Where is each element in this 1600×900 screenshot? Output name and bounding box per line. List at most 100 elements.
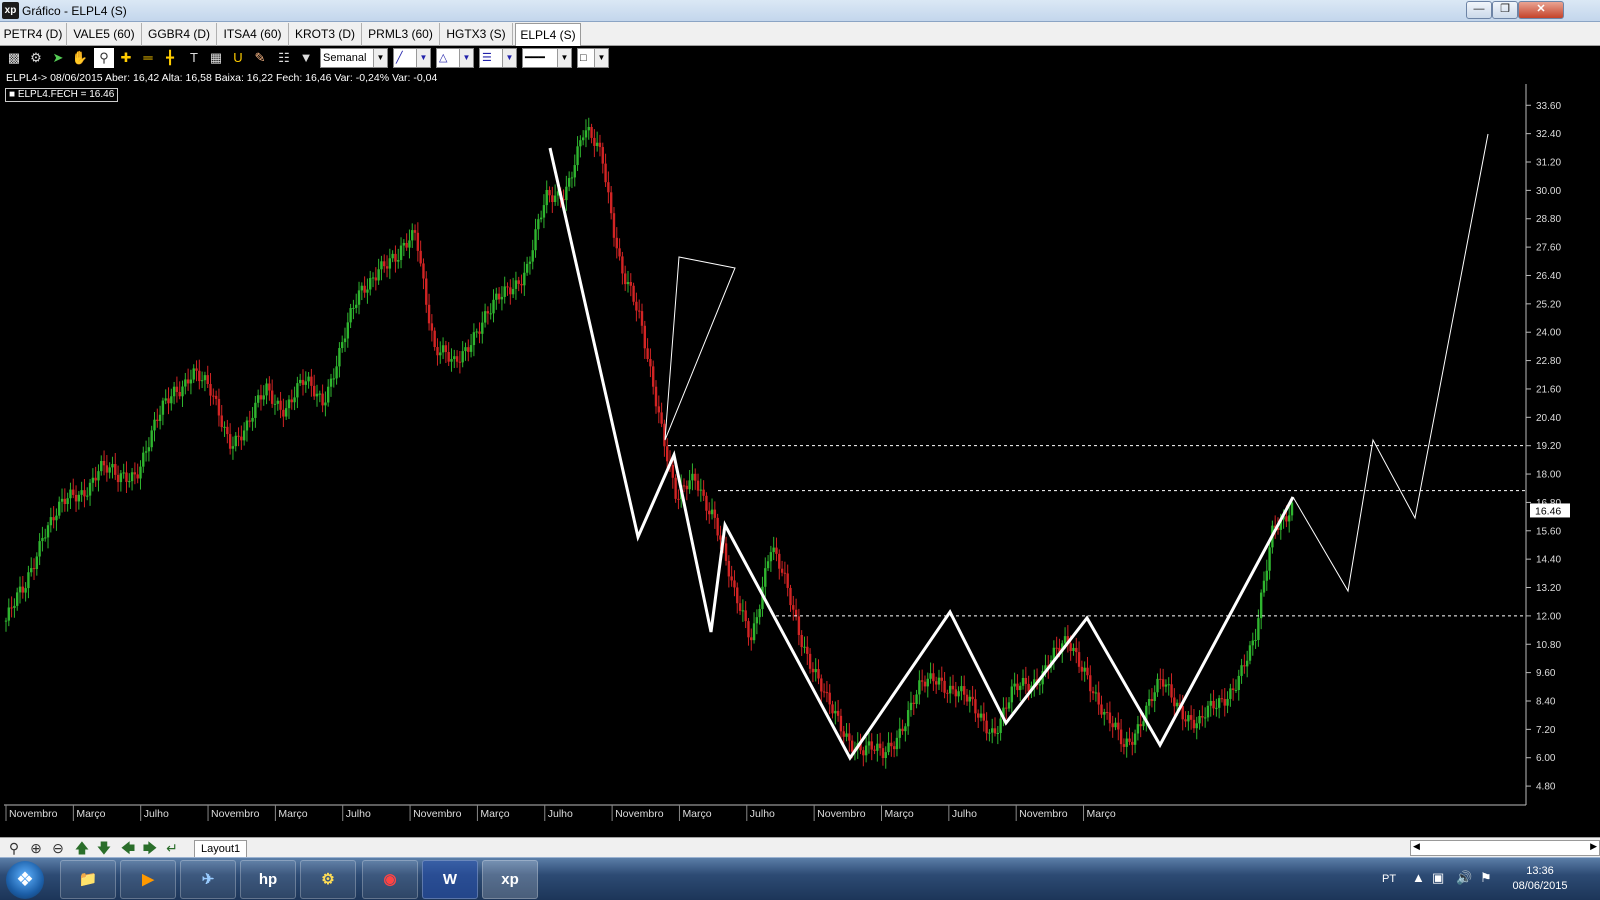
candle-body [481,322,484,334]
candle-body [850,740,854,752]
y-tick-label: 19.20 [1536,441,1561,452]
candle-body [44,537,47,539]
horizontal-scrollbar[interactable]: ◀ ▶ [1410,840,1600,856]
candle-body [497,293,501,300]
candle-body [691,473,694,481]
hp-icon[interactable]: hp [240,860,296,899]
volume-icon[interactable]: 🔊 [1456,870,1472,886]
candle-body [1251,640,1254,646]
candle-body [724,543,728,561]
candle-body [41,537,44,542]
candle-body [965,694,969,702]
candle-body [948,685,952,694]
clock-time: 13:36 [1526,865,1554,877]
candle-body [268,383,271,391]
x-tick-label: Novembro [9,808,58,820]
candle-body [32,568,36,570]
arrow-up-icon[interactable]: 🡅 [73,839,91,857]
candle-body [598,142,602,148]
tool-icon[interactable]: ⚙ [300,860,356,899]
candle-body [657,406,661,413]
word-icon[interactable]: W [422,860,478,899]
network-icon[interactable]: ▣ [1432,870,1444,886]
candle-body [1285,516,1288,522]
chart-navigation-bar: ⚲ ⊕ ⊖ 🡅 🡇 🡄 🡆 ↵ Layout1 ◀ ▶ [0,837,1600,858]
candle-body [685,485,689,490]
candle-body [649,358,652,367]
candle-body [876,743,879,751]
candle-body [1103,711,1106,715]
zoom-out-icon[interactable]: ⊖ [49,839,67,857]
scroll-right-icon[interactable]: ▶ [1590,841,1597,852]
candle-body [186,379,190,384]
candle-body [1229,688,1232,699]
xp-taskbar-icon[interactable]: xp [482,860,538,899]
candle-body [189,379,193,384]
candle-body [621,256,624,274]
candle-body [349,308,352,323]
candle-body [369,278,372,290]
candle-body [660,412,663,424]
language-indicator[interactable]: PT [1382,873,1396,885]
candle-body [455,356,459,362]
clock-date: 08/06/2015 [1512,880,1568,892]
candle-body [441,345,445,353]
candle-body [1234,690,1238,692]
candle-body [509,287,512,295]
layout-tab[interactable]: Layout1 [194,840,248,858]
candle-body [181,386,184,397]
candle-body [66,498,69,505]
x-tick-label: Julho [144,808,169,820]
candle-body [394,253,397,262]
candle-body [713,509,717,518]
candle-body [310,376,313,386]
candle-body [192,368,195,380]
candle-body [1024,677,1028,684]
chevron-up-icon[interactable]: ▲ [1412,870,1425,885]
candle-body [730,576,733,581]
candle-body [747,621,750,638]
y-tick-label: 24.00 [1536,328,1561,339]
candle-body [873,749,876,751]
remote-icon[interactable]: ✈ [180,860,236,899]
candle-body [772,547,775,553]
candle-body [114,464,117,475]
candle-body [293,397,296,403]
candle-body [789,587,792,606]
candle-body [1063,636,1067,644]
candle-body [489,313,492,315]
search-icon[interactable]: ⚲ [5,839,23,857]
candle-body [1265,570,1268,581]
arrow-right-icon[interactable]: 🡆 [141,839,159,857]
candle-body [705,495,708,511]
zoom-in-icon[interactable]: ⊕ [27,839,45,857]
candle-body [993,728,997,734]
candle-body [13,605,16,609]
candle-body [1223,699,1226,706]
candle-body [478,331,481,334]
x-tick-label: Março [278,808,307,820]
candle-body [352,307,355,309]
candle-body [1262,580,1266,593]
scroll-left-icon[interactable]: ◀ [1413,841,1420,852]
start-button[interactable]: ❖ [6,861,44,899]
candle-body [836,710,840,716]
media-player-icon[interactable]: ▶ [120,860,176,899]
system-clock[interactable]: 13:36 08/06/2015 [1510,864,1570,894]
quote-info-line: ELPL4-> 08/06/2015 Aber: 16,42 Alta: 16,… [6,72,438,84]
candle-body [1167,684,1170,686]
candle-body [870,741,873,750]
return-icon[interactable]: ↵ [163,839,181,857]
candle-body [962,686,966,695]
file-explorer-icon[interactable]: 📁 [60,860,116,899]
chrome-icon[interactable]: ◉ [362,860,418,899]
candle-body [1290,502,1294,516]
arrow-down-icon[interactable]: 🡇 [95,839,113,857]
arrow-left-icon[interactable]: 🡄 [119,839,137,857]
candle-body [318,393,321,395]
flag-icon[interactable]: ⚑ [1480,870,1492,886]
x-tick-label: Março [1087,808,1116,820]
candle-body [960,686,963,692]
price-chart[interactable]: 4.80 6.00 7.20 8.40 9.60 10.80 12.00 13.20 14.40… [0,0,1600,837]
candle-body [206,375,209,385]
